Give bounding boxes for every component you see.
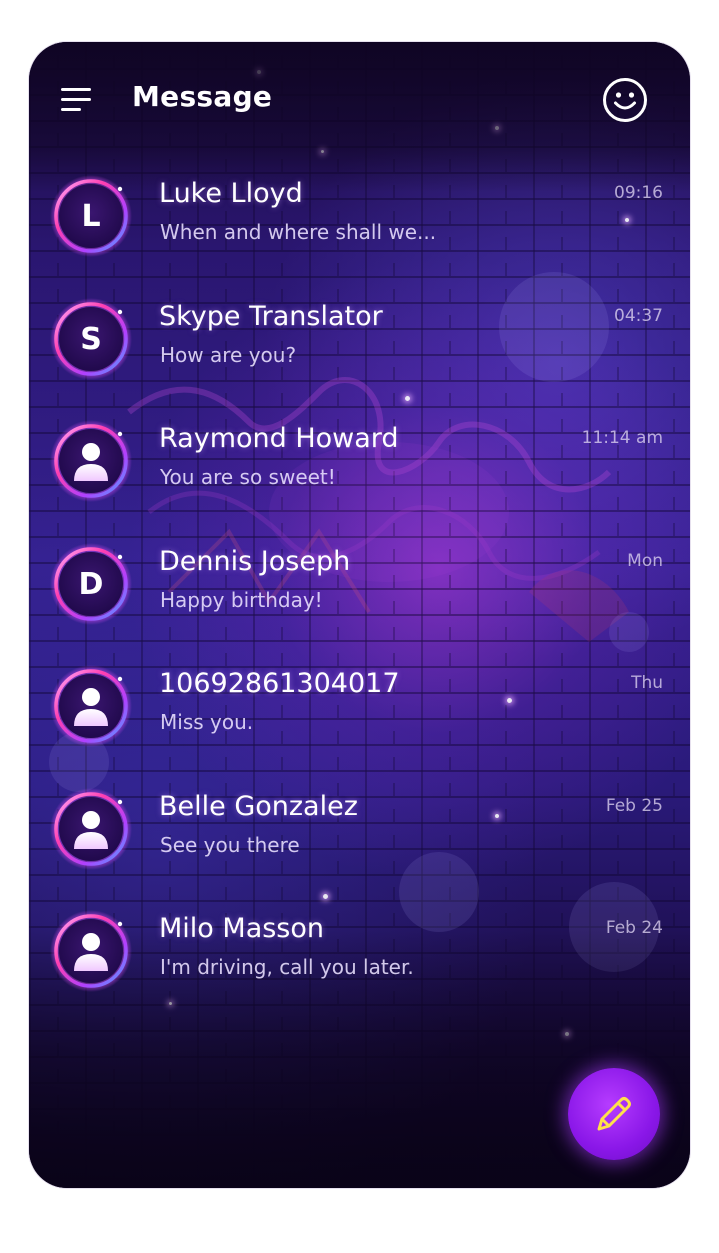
message-preview: I'm driving, call you later. [160,955,414,979]
contact-name: Raymond Howard [159,423,399,454]
message-time: Thu [631,673,663,693]
conversation-row[interactable]: Belle Gonzalez See you there Feb 25 [29,783,690,905]
conversation-row[interactable]: 10692861304017 Miss you. Thu [29,660,690,782]
message-time: 09:16 [614,183,663,203]
conversation-row[interactable]: Milo Masson I'm driving, call you later. F… [29,905,690,1027]
contact-name: Milo Masson [159,913,325,944]
avatar[interactable]: D [49,542,133,626]
smiley-icon[interactable] [602,77,648,123]
avatar[interactable] [49,787,133,871]
message-time: Feb 24 [605,918,663,938]
contact-name: Skype Translator [159,301,383,332]
avatar-initial: S [59,307,123,371]
page-title: Message [132,80,273,113]
conversation-row[interactable]: S Skype Translator How are you? 04:37 [29,293,690,415]
person-icon [59,429,123,493]
conversation-row[interactable]: L Luke Lloyd When and where shall we... 09:… [29,170,690,292]
message-preview: Happy birthday! [160,588,323,612]
message-preview: How are you? [160,343,297,367]
person-icon [59,919,123,983]
contact-name: 10692861304017 [159,668,400,699]
message-preview: Miss you. [160,710,254,734]
message-preview: You are so sweet! [160,465,336,489]
message-preview: When and where shall we... [160,220,437,244]
avatar[interactable]: L [49,174,133,258]
message-time: 04:37 [614,306,663,326]
sparkle [565,1032,569,1036]
avatar-initial: D [59,552,123,616]
avatar[interactable] [49,664,133,748]
message-preview: See you there [160,833,300,857]
message-time: Feb 25 [605,796,663,816]
compose-button[interactable] [568,1068,660,1160]
contact-name: Luke Lloyd [159,178,303,209]
phone-screen: Message L Luke Lloyd When and where shal… [29,42,690,1188]
conversation-row[interactable]: Raymond Howard You are so sweet! 11:14 am [29,415,690,537]
contact-name: Dennis Joseph [159,546,351,577]
avatar[interactable]: S [49,297,133,381]
contact-name: Belle Gonzalez [159,791,358,822]
avatar-initial: L [59,184,123,248]
person-icon [59,797,123,861]
message-time: Mon [627,551,663,571]
hamburger-menu-icon[interactable] [61,88,95,114]
message-time: 11:14 am [581,428,663,448]
avatar[interactable] [49,419,133,503]
app-header: Message [29,42,690,160]
avatar[interactable] [49,909,133,993]
pencil-icon [597,1097,631,1131]
person-icon [59,674,123,738]
conversation-row[interactable]: D Dennis Joseph Happy birthday! Mon [29,538,690,660]
